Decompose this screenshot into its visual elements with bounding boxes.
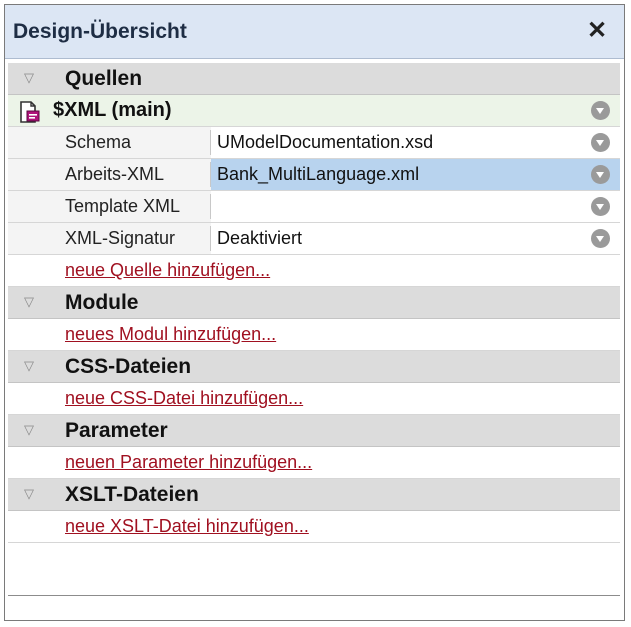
property-key: XML-Signatur	[65, 228, 176, 248]
working-xml-dropdown-icon[interactable]	[591, 165, 610, 184]
add-module-row: neues Modul hinzufügen...	[8, 319, 620, 351]
section-modules-label: Module	[65, 291, 139, 314]
section-parameters[interactable]: ▽ Parameter	[8, 415, 620, 447]
add-source-row: neue Quelle hinzufügen...	[8, 255, 620, 287]
source-xml-main[interactable]: $XML (main)	[8, 95, 620, 127]
add-xslt-link[interactable]: neue XSLT-Datei hinzufügen...	[65, 511, 309, 542]
schema-value-field[interactable]: UModelDocumentation.xsd	[211, 127, 620, 158]
add-xslt-row: neue XSLT-Datei hinzufügen...	[8, 511, 620, 543]
xml-document-icon	[18, 100, 42, 124]
design-tree: ▽ Quellen $XML (main) Schema UModelDocum…	[8, 63, 620, 543]
collapse-triangle-icon[interactable]: ▽	[20, 69, 38, 87]
source-label: $XML (main)	[53, 99, 172, 121]
add-source-link[interactable]: neue Quelle hinzufügen...	[65, 255, 270, 286]
section-css-label: CSS-Dateien	[65, 355, 192, 378]
xml-signature-value-field[interactable]: Deaktiviert	[211, 223, 620, 254]
add-parameter-row: neuen Parameter hinzufügen...	[8, 447, 620, 479]
section-xslt-label: XSLT-Dateien	[65, 483, 199, 506]
property-key: Arbeits-XML	[65, 164, 165, 184]
property-key: Schema	[65, 132, 132, 152]
panel-titlebar: Design-Übersicht ✕	[5, 5, 624, 59]
add-css-row: neue CSS-Datei hinzufügen...	[8, 383, 620, 415]
template-xml-value-field[interactable]	[211, 191, 620, 222]
add-parameter-link[interactable]: neuen Parameter hinzufügen...	[65, 447, 312, 478]
section-parameters-label: Parameter	[65, 419, 168, 442]
add-css-link[interactable]: neue CSS-Datei hinzufügen...	[65, 383, 303, 414]
panel-title: Design-Übersicht	[13, 19, 187, 43]
collapse-triangle-icon[interactable]: ▽	[20, 357, 38, 375]
collapse-triangle-icon[interactable]: ▽	[20, 421, 38, 439]
template-xml-dropdown-icon[interactable]	[591, 197, 610, 216]
xml-signature-dropdown-icon[interactable]	[591, 229, 610, 248]
source-dropdown-icon[interactable]	[591, 101, 610, 120]
property-schema[interactable]: Schema UModelDocumentation.xsd	[8, 127, 620, 159]
collapse-triangle-icon[interactable]: ▽	[20, 293, 38, 311]
bottom-divider	[8, 595, 620, 596]
section-modules[interactable]: ▽ Module	[8, 287, 620, 319]
working-xml-value-field[interactable]: Bank_MultiLanguage.xml	[211, 159, 620, 190]
schema-dropdown-icon[interactable]	[591, 133, 610, 152]
property-template-xml[interactable]: Template XML	[8, 191, 620, 223]
section-sources-label: Quellen	[65, 67, 143, 90]
property-key: Template XML	[65, 196, 181, 216]
section-css[interactable]: ▽ CSS-Dateien	[8, 351, 620, 383]
section-sources[interactable]: ▽ Quellen	[8, 63, 620, 95]
section-xslt[interactable]: ▽ XSLT-Dateien	[8, 479, 620, 511]
close-icon[interactable]: ✕	[580, 13, 614, 49]
collapse-triangle-icon[interactable]: ▽	[20, 485, 38, 503]
add-module-link[interactable]: neues Modul hinzufügen...	[65, 319, 276, 350]
property-working-xml[interactable]: Arbeits-XML Bank_MultiLanguage.xml	[8, 159, 620, 191]
design-overview-panel: Design-Übersicht ✕ ▽ Quellen $XML (main)	[4, 4, 625, 621]
property-xml-signature[interactable]: XML-Signatur Deaktiviert	[8, 223, 620, 255]
